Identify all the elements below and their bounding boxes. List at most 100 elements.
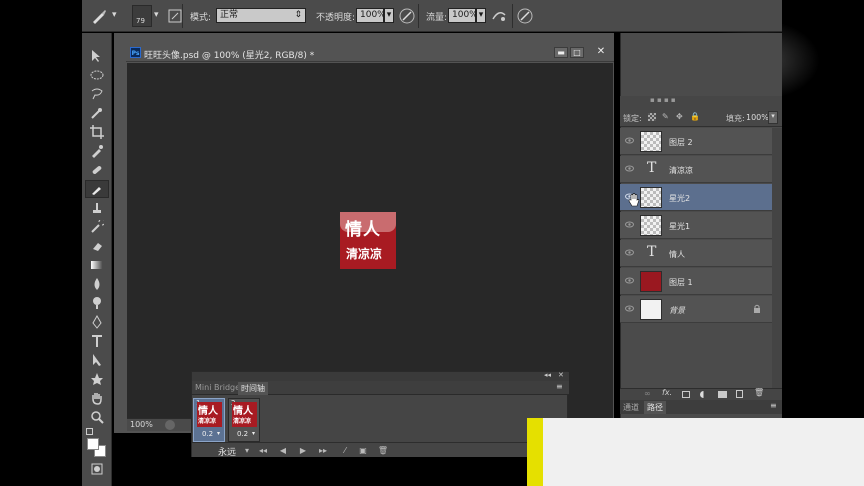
next-frame-icon[interactable]: ▸▸: [316, 445, 330, 456]
brush-tool-icon[interactable]: [90, 182, 104, 196]
new-layer-icon[interactable]: [736, 390, 743, 398]
blur-tool-icon[interactable]: [90, 277, 104, 291]
eye-icon[interactable]: [625, 221, 634, 228]
frame-delay[interactable]: 0.2: [202, 430, 213, 438]
duplicate-frame-icon[interactable]: ▣: [356, 445, 370, 456]
marquee-tool-icon[interactable]: [90, 68, 104, 82]
layer-row-background[interactable]: 背景: [620, 296, 772, 323]
minimize-button[interactable]: ▬: [554, 47, 568, 58]
pen-tool-icon[interactable]: [90, 315, 104, 329]
eye-icon[interactable]: [625, 137, 634, 144]
channels-paths-tabs: 通道 路径 ≡: [620, 400, 782, 414]
loop-chevron-icon[interactable]: ▾: [240, 445, 254, 456]
lock-all-icon[interactable]: 🔒: [690, 112, 700, 121]
lock-position-icon[interactable]: ✥: [676, 112, 683, 121]
new-group-icon[interactable]: [718, 391, 727, 398]
brush-preset-chevron-icon[interactable]: ▾: [112, 10, 117, 20]
move-tool-icon[interactable]: [90, 49, 104, 63]
close-button[interactable]: ✕: [594, 47, 608, 58]
brush-size-preview[interactable]: 79: [132, 5, 152, 27]
zoom-level[interactable]: 100%: [130, 420, 153, 429]
hand-tool-icon[interactable]: [90, 391, 104, 405]
opacity-dropdown-button[interactable]: ▾: [384, 8, 394, 23]
loop-select[interactable]: 永远: [218, 445, 236, 458]
flow-input[interactable]: 100%: [448, 8, 478, 23]
overlay-white-box: [527, 418, 864, 486]
quick-selection-tool-icon[interactable]: [90, 106, 104, 120]
layer-name: 图层 1: [669, 278, 693, 287]
collapse-panel-icon[interactable]: ◂◂: [544, 371, 551, 379]
frame-delay[interactable]: 0.2: [237, 430, 248, 438]
document-tab[interactable]: Ps 旺旺头像.psd @ 100% (星光2, RGB/8) * ▬ □ ✕: [126, 44, 614, 62]
layer-row-xingguang2[interactable]: 星光2: [620, 184, 772, 211]
tab-paths[interactable]: 路径: [644, 401, 666, 414]
tab-timeline[interactable]: 时间轴: [238, 382, 268, 395]
default-colors-icon[interactable]: [86, 428, 93, 435]
add-mask-icon[interactable]: [682, 391, 690, 398]
flow-label: 流量:: [426, 13, 448, 23]
gradient-tool-icon[interactable]: [90, 258, 104, 272]
eye-icon[interactable]: [625, 249, 634, 256]
lasso-tool-icon[interactable]: [90, 87, 104, 101]
size-pressure-icon[interactable]: [516, 7, 534, 25]
play-icon[interactable]: ▶: [296, 445, 310, 456]
previous-frame-icon[interactable]: ◀: [276, 445, 290, 456]
tween-icon[interactable]: ⁄: [338, 445, 352, 456]
dodge-tool-icon[interactable]: [90, 296, 104, 310]
maximize-button[interactable]: □: [570, 47, 584, 58]
zoom-tool-icon[interactable]: [90, 410, 104, 424]
close-panel-icon[interactable]: ✕: [558, 371, 564, 379]
clone-stamp-tool-icon[interactable]: [90, 201, 104, 215]
link-layers-icon[interactable]: ∞: [644, 389, 651, 398]
eraser-tool-icon[interactable]: [90, 239, 104, 253]
eye-icon[interactable]: [625, 305, 634, 312]
lock-transparent-icon[interactable]: [648, 113, 656, 121]
lock-pixels-icon[interactable]: ✎: [662, 112, 669, 121]
foreground-color-swatch[interactable]: [87, 438, 99, 450]
layer-row-layer2[interactable]: 图层 2: [620, 128, 772, 155]
history-brush-tool-icon[interactable]: [90, 220, 104, 234]
mode-select[interactable]: 正常 ⇕: [216, 8, 306, 23]
layer-name: 星光1: [669, 222, 691, 231]
layer-row-layer1[interactable]: 图层 1: [620, 268, 772, 295]
opacity-input[interactable]: 100%: [356, 8, 386, 23]
frame-delay-chevron-icon[interactable]: ▾: [252, 430, 255, 437]
brush-size-value: 79: [136, 17, 145, 25]
quick-mask-icon[interactable]: [90, 462, 104, 476]
frame-delay-chevron-icon[interactable]: ▾: [217, 430, 220, 437]
airbrush-icon[interactable]: [490, 7, 508, 25]
crop-tool-icon[interactable]: [90, 125, 104, 139]
type-tool-icon[interactable]: [90, 334, 104, 348]
flow-dropdown-button[interactable]: ▾: [476, 8, 486, 23]
brush-tool-icon[interactable]: [90, 7, 108, 25]
status-info-icon[interactable]: [165, 420, 175, 430]
fill-value[interactable]: 100%: [746, 113, 769, 122]
layer-row-qingliangliang[interactable]: T 清凉凉: [620, 156, 772, 183]
artwork-title: 情人: [345, 220, 381, 240]
adjustment-layer-icon[interactable]: [700, 391, 707, 398]
animation-frame-1[interactable]: 1 情人 清凉凉 0.2 ▾: [193, 398, 225, 442]
eye-icon[interactable]: [625, 165, 634, 172]
fill-dropdown-button[interactable]: ▾: [768, 111, 778, 124]
layer-style-icon[interactable]: fx.: [662, 388, 672, 397]
first-frame-icon[interactable]: ◂◂: [256, 445, 270, 456]
eyedropper-tool-icon[interactable]: [90, 144, 104, 158]
tab-channels[interactable]: 通道: [623, 402, 639, 413]
tab-mini-bridge[interactable]: Mini Bridge: [195, 383, 240, 392]
layer-row-xingguang1[interactable]: 星光1: [620, 212, 772, 239]
layers-scrollbar[interactable]: [772, 128, 782, 390]
eye-icon[interactable]: [625, 277, 634, 284]
opacity-pressure-icon[interactable]: [398, 7, 416, 25]
path-selection-tool-icon[interactable]: [90, 353, 104, 367]
brush-size-chevron-icon[interactable]: ▾: [154, 10, 159, 20]
delete-layer-icon[interactable]: 🗑: [754, 388, 764, 397]
spot-healing-tool-icon[interactable]: [90, 163, 104, 177]
tools-panel: [82, 33, 112, 486]
layer-row-qingren[interactable]: T 情人: [620, 240, 772, 267]
paths-panel-menu-icon[interactable]: ≡: [770, 401, 777, 410]
shape-tool-icon[interactable]: [90, 372, 104, 386]
animation-frame-2[interactable]: 2 情人 清凉凉 0.2 ▾: [228, 398, 260, 442]
filter-toggle-icon[interactable]: ▪ ▪ ▪ ▪: [650, 96, 676, 104]
delete-frame-icon[interactable]: 🗑: [376, 445, 390, 456]
panel-menu-icon[interactable]: ≡: [556, 382, 563, 391]
